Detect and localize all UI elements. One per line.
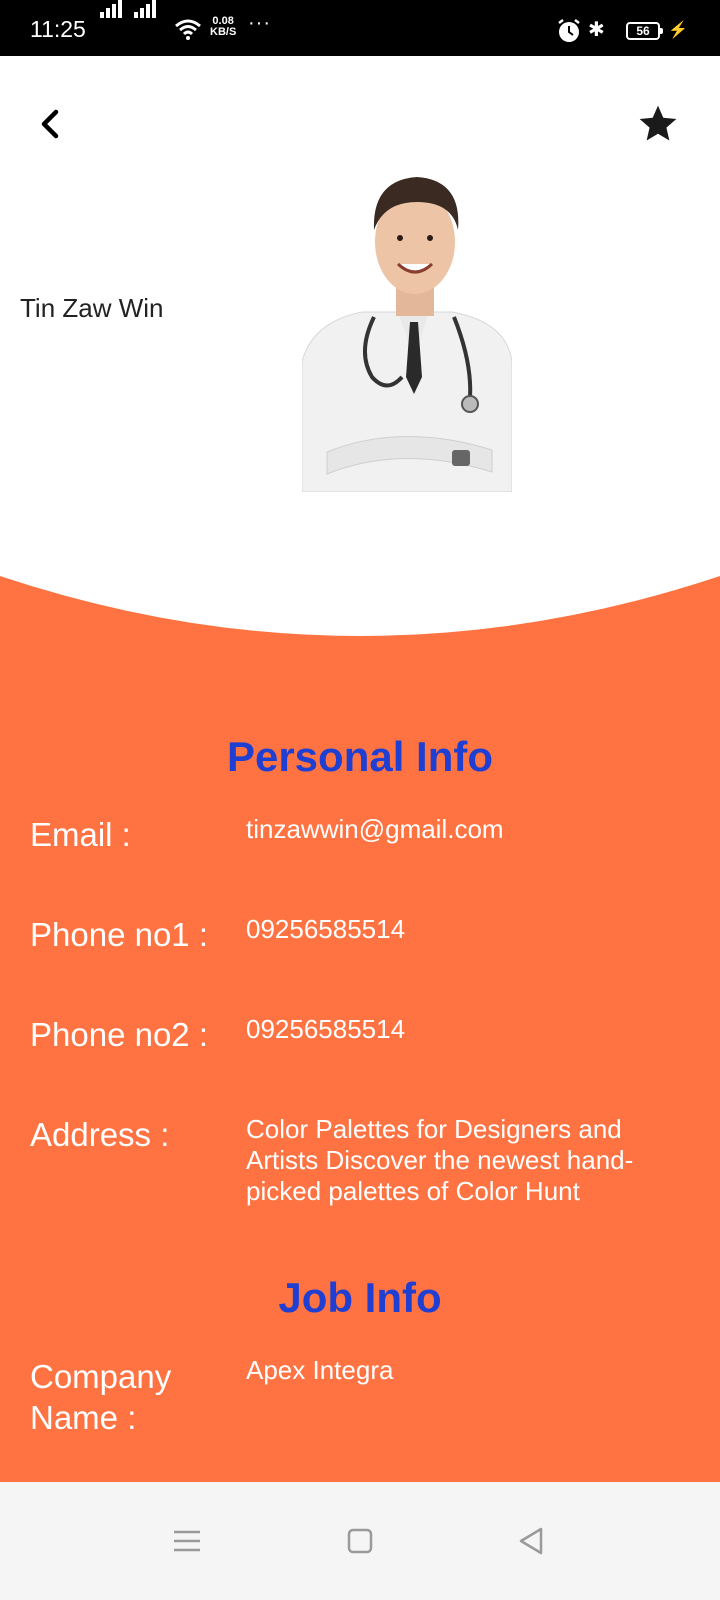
battery-icon: 56	[626, 22, 663, 40]
phone2-value: 09256585514	[246, 1014, 406, 1044]
network-speed-unit: KB/S	[210, 26, 237, 38]
star-icon	[639, 105, 677, 141]
personal-info-title: Personal Info	[226, 733, 494, 780]
alarm-icon	[558, 19, 580, 42]
nav-back-button[interactable]	[507, 1516, 557, 1566]
profile-photo	[302, 172, 512, 492]
wifi-icon	[175, 19, 201, 40]
phone1-label: Phone no1 :	[30, 916, 208, 953]
email-label: Email :	[30, 816, 131, 853]
back-button[interactable]	[28, 102, 72, 146]
chevron-left-icon	[41, 109, 59, 139]
company-name-value: Apex Integra	[246, 1355, 394, 1385]
phone2-label: Phone no2 :	[30, 1016, 208, 1053]
bluetooth-icon: ✱	[588, 19, 605, 41]
status-bar: 11:25 0.08 KB/S ··· ✱ 56 ⚡	[0, 0, 720, 56]
recent-apps-button[interactable]	[162, 1516, 212, 1566]
phone1-value: 09256585514	[246, 914, 406, 944]
email-value: tinzawwin@gmail.com	[246, 814, 504, 844]
company-name-label: Company Name :	[30, 1358, 172, 1436]
address-value: Color Palettes for Designers and Artists…	[246, 1114, 634, 1206]
job-info-title: Job Info	[278, 1274, 442, 1321]
system-nav-bar	[0, 1482, 720, 1600]
network-speed: 0.08 KB/S	[210, 16, 236, 38]
favorite-button[interactable]	[636, 102, 680, 146]
status-right-icons: ✱ 56 ⚡	[556, 18, 706, 44]
status-time: 11:25	[30, 16, 86, 42]
menu-icon	[174, 1530, 200, 1552]
more-notifications: ···	[248, 12, 271, 34]
profile-name: Tin Zaw Win	[20, 293, 164, 323]
home-square-icon	[347, 1528, 373, 1554]
charging-icon: ⚡	[668, 22, 688, 39]
home-button[interactable]	[335, 1516, 385, 1566]
back-triangle-icon	[519, 1527, 543, 1555]
address-label: Address :	[30, 1116, 170, 1153]
